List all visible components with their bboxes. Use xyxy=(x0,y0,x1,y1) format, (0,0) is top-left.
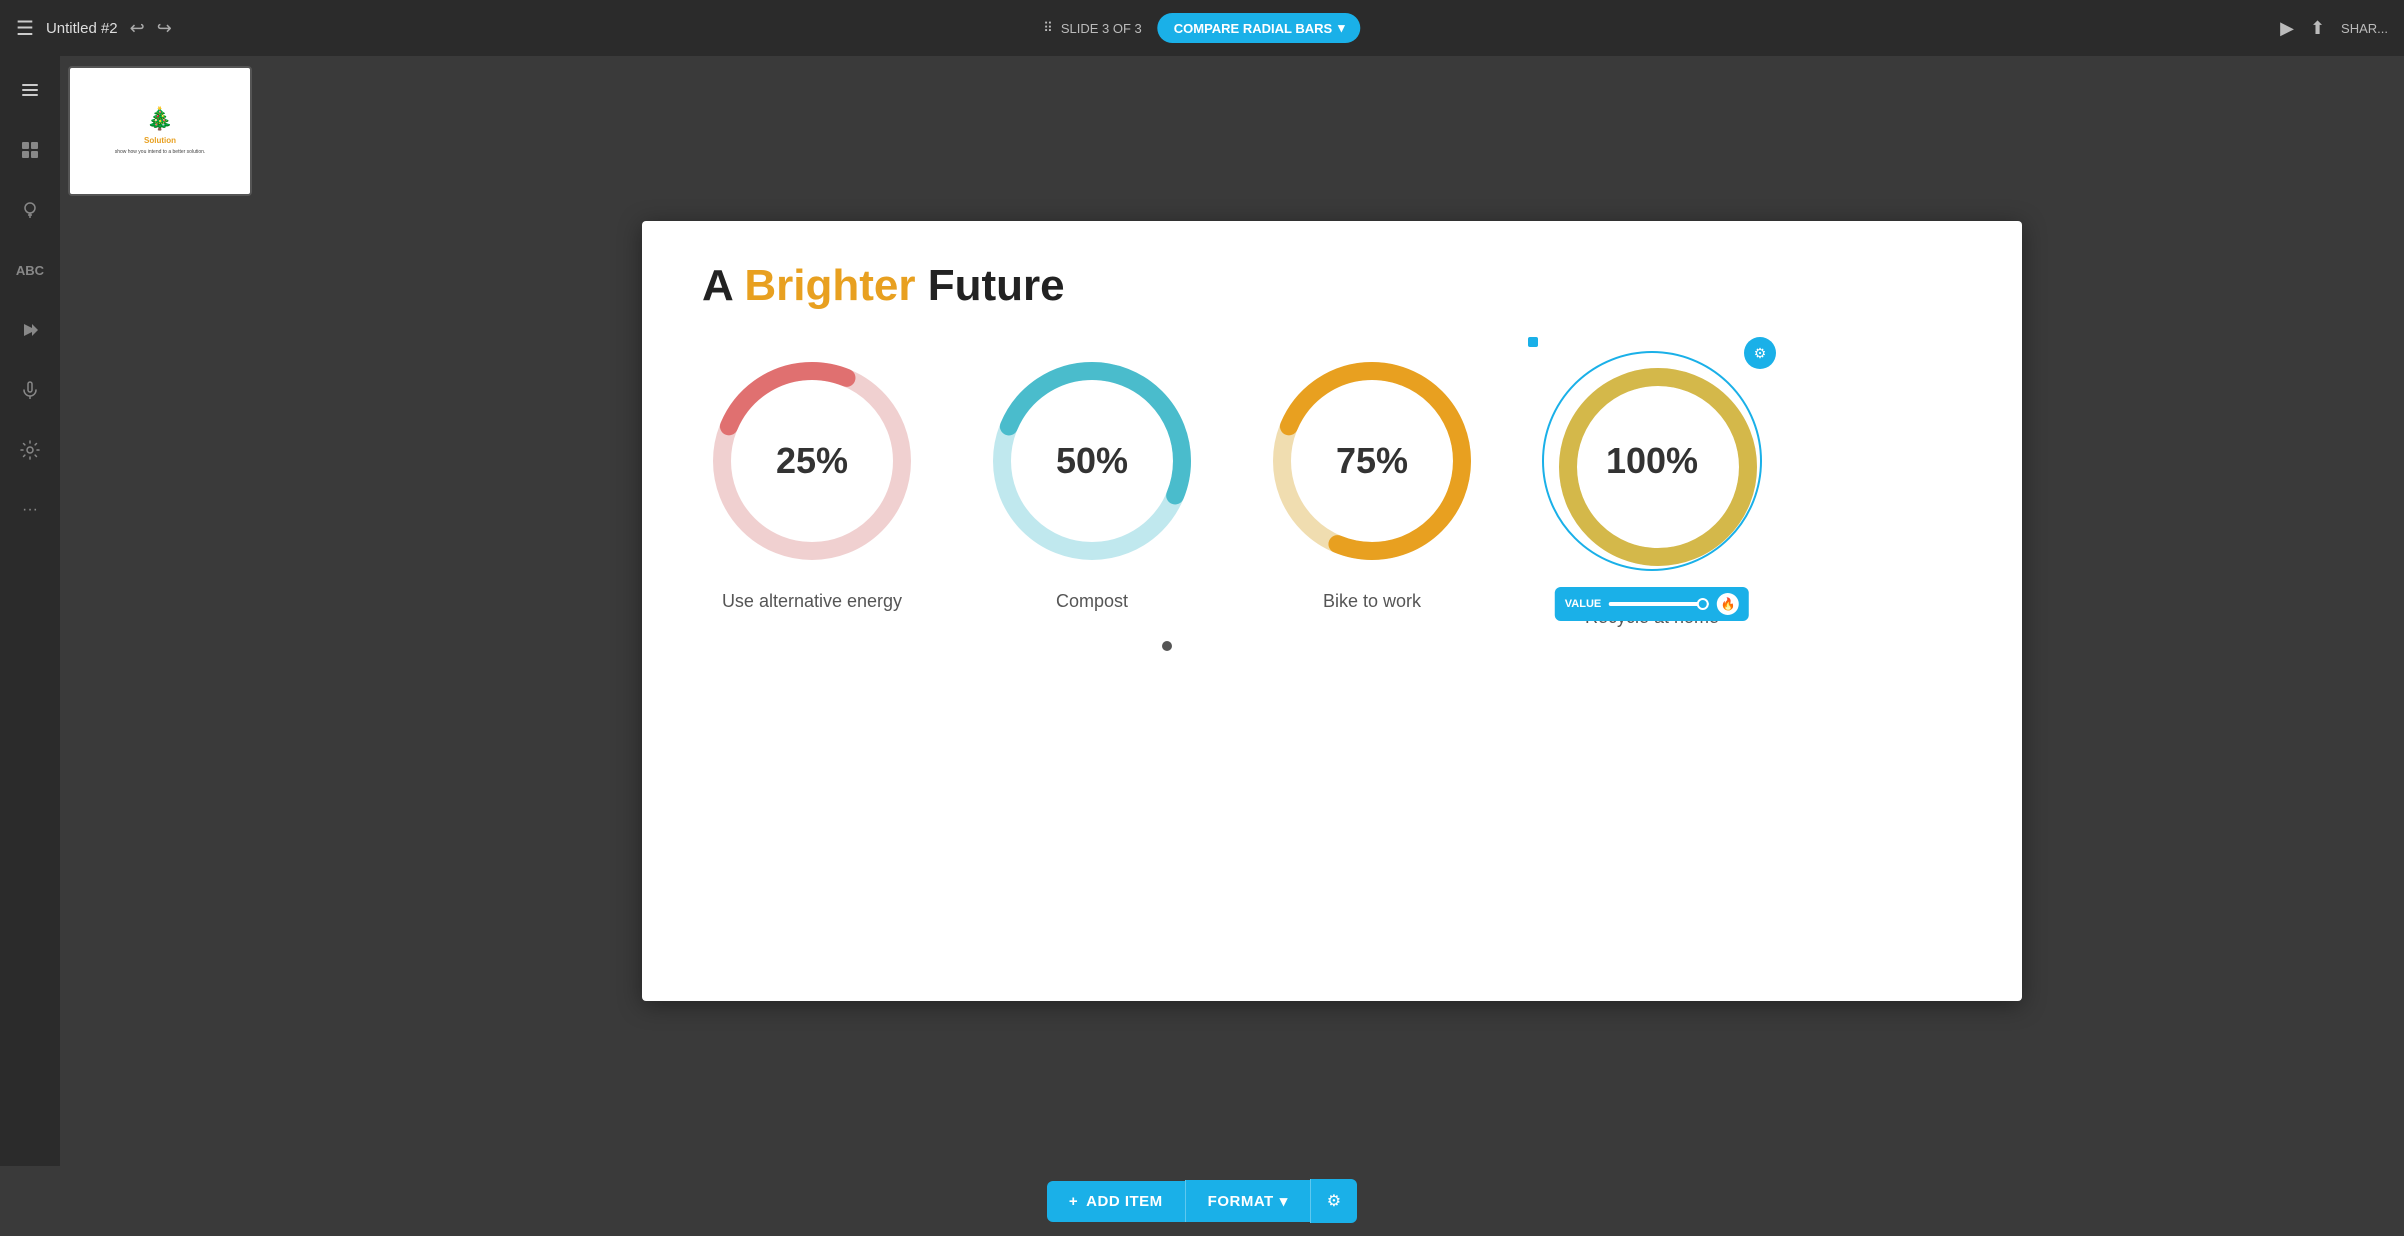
donut-label-3: 75% xyxy=(1336,440,1408,482)
topbar: ☰ Untitled #2 ↩ ↪ ⠿ SLIDE 3 OF 3 COMPARE… xyxy=(0,0,2404,56)
donut-label-2: 50% xyxy=(1056,440,1128,482)
value-label: VALUE xyxy=(1565,598,1601,610)
donut-container-2: 50% xyxy=(982,351,1202,571)
thumb-body-text: show how you intend to a better solution… xyxy=(115,149,206,156)
toolbar-settings-button[interactable]: ⚙ xyxy=(1310,1179,1357,1223)
document-title[interactable]: Untitled #2 xyxy=(46,20,118,37)
topbar-center: ⠿ SLIDE 3 OF 3 COMPARE RADIAL BARS ▾ xyxy=(1043,13,1360,43)
sidebar-icon-text[interactable]: ABC xyxy=(12,252,48,288)
donut-label-1: 25% xyxy=(776,440,848,482)
value-icon: 🔥 xyxy=(1717,593,1739,615)
left-sidebar: ABC ··· xyxy=(0,56,60,1166)
sidebar-icon-audio[interactable] xyxy=(12,372,48,408)
slider-track[interactable] xyxy=(1609,602,1709,606)
main-layout: ABC ··· 🎄 xyxy=(0,56,2404,1166)
slide-thumb-inner: 🎄 Solution show how you intend to a bett… xyxy=(78,76,242,186)
chart-caption-1: Use alternative energy xyxy=(722,591,902,612)
slide-indicator: ⠿ SLIDE 3 OF 3 xyxy=(1043,20,1141,36)
title-highlight: Brighter xyxy=(744,261,915,310)
share-label: SHAR... xyxy=(2341,21,2388,36)
toolbar-settings-icon: ⚙ xyxy=(1327,1191,1341,1211)
topbar-right: ▶ ⬆ SHAR... xyxy=(2280,18,2388,39)
slide-thumbnail[interactable]: 🎄 Solution show how you intend to a bett… xyxy=(68,66,252,196)
add-item-label: ADD ITEM xyxy=(1086,1193,1163,1210)
format-button[interactable]: FORMAT ▾ xyxy=(1185,1180,1310,1222)
sidebar-icon-layouts[interactable] xyxy=(12,132,48,168)
chart-settings-icon[interactable]: ⚙ xyxy=(1744,337,1776,369)
compare-btn-arrow: ▾ xyxy=(1338,20,1345,36)
chart-caption-3: Bike to work xyxy=(1323,591,1421,612)
slide-canvas[interactable]: A Brighter Future 25% Use alternative en… xyxy=(642,221,2022,1001)
add-item-icon: + xyxy=(1069,1193,1078,1210)
chart-item-1[interactable]: 25% Use alternative energy xyxy=(702,351,922,612)
format-label: FORMAT xyxy=(1208,1193,1274,1210)
chart-item-2[interactable]: 50% Compost xyxy=(982,351,1202,612)
donut-label-4: 100% xyxy=(1606,440,1698,482)
canvas-area: A Brighter Future 25% Use alternative en… xyxy=(260,56,2404,1166)
title-suffix: Future xyxy=(916,261,1065,310)
compare-radial-bars-button[interactable]: COMPARE RADIAL BARS ▾ xyxy=(1158,13,1361,43)
chart-item-3[interactable]: 75% Bike to work xyxy=(1262,351,1482,612)
undo-button[interactable]: ↩ xyxy=(130,18,145,39)
share-button[interactable]: ⬆ xyxy=(2310,18,2325,39)
donut-container-4: 100% xyxy=(1542,351,1762,571)
sidebar-icon-settings[interactable] xyxy=(12,432,48,468)
slide-panel: 🎄 Solution show how you intend to a bett… xyxy=(60,56,260,1166)
redo-button[interactable]: ↪ xyxy=(157,18,172,39)
chart-item-4[interactable]: ⚙ 100% VALUE xyxy=(1542,351,1762,628)
chart-caption-2: Compost xyxy=(1056,591,1128,612)
slide-title: A Brighter Future xyxy=(702,261,1962,311)
menu-icon[interactable]: ☰ xyxy=(16,16,34,41)
sidebar-icon-menu[interactable] xyxy=(12,72,48,108)
donut-container-3: 75% xyxy=(1262,351,1482,571)
slide-indicator-text: SLIDE 3 OF 3 xyxy=(1061,21,1142,36)
title-prefix: A xyxy=(702,261,744,310)
sidebar-icon-ideas[interactable] xyxy=(12,192,48,228)
sidebar-icon-animations[interactable] xyxy=(12,312,48,348)
add-item-button[interactable]: + ADD ITEM xyxy=(1047,1181,1185,1222)
charts-row: 25% Use alternative energy 50% Compost xyxy=(702,351,1962,628)
value-slider-popup[interactable]: VALUE 🔥 xyxy=(1555,587,1749,621)
topbar-left: ☰ Untitled #2 ↩ ↪ xyxy=(16,16,172,41)
thumb-solution-label: Solution xyxy=(144,136,176,145)
thumb-tree-icon: 🎄 xyxy=(146,106,173,132)
chart-4-wrapper: ⚙ 100% VALUE xyxy=(1542,351,1762,571)
donut-container-1: 25% xyxy=(702,351,922,571)
grid-icon: ⠿ xyxy=(1043,20,1053,36)
format-arrow: ▾ xyxy=(1280,1192,1288,1210)
play-button[interactable]: ▶ xyxy=(2280,18,2294,39)
slider-fill xyxy=(1609,602,1709,606)
slider-thumb[interactable] xyxy=(1697,598,1709,610)
cursor xyxy=(1162,641,1172,651)
bottom-toolbar: + ADD ITEM FORMAT ▾ ⚙ xyxy=(0,1166,2404,1236)
sidebar-icon-more[interactable]: ··· xyxy=(12,492,48,528)
selection-handle-tl xyxy=(1528,337,1538,347)
compare-btn-label: COMPARE RADIAL BARS xyxy=(1174,21,1332,36)
